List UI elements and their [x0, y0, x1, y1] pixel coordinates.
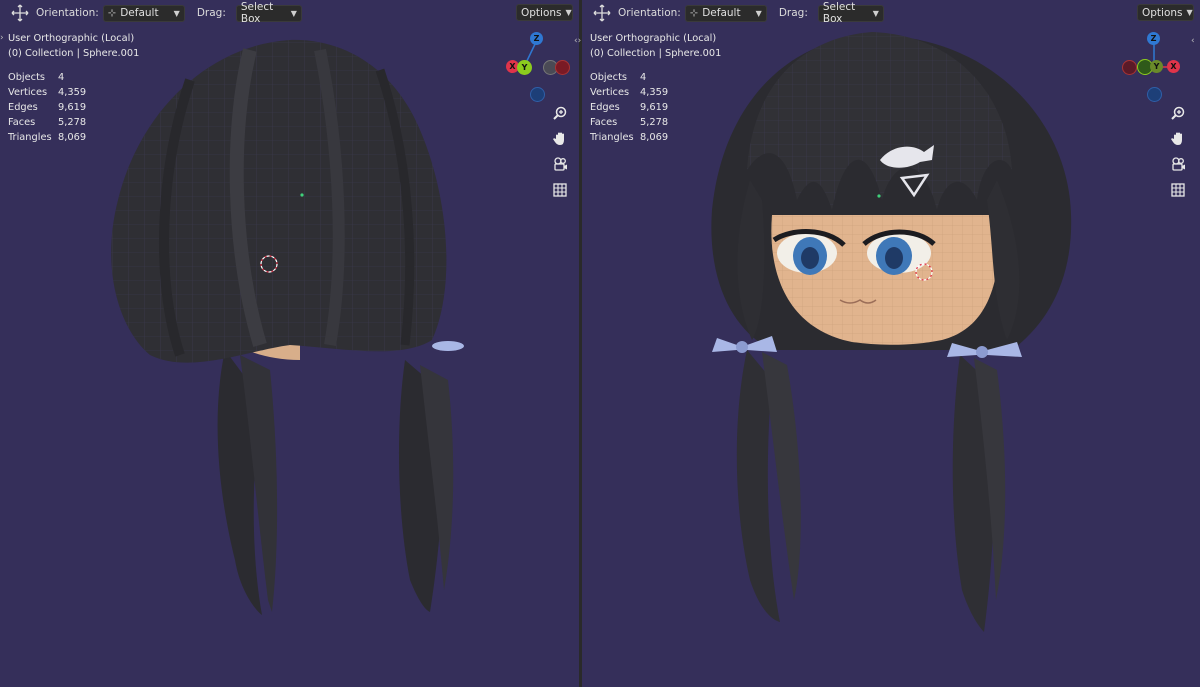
orientation-value: Default: [120, 7, 159, 19]
stat-row: Vertices 4,359: [8, 85, 86, 100]
grid-icon[interactable]: [1167, 179, 1189, 201]
left-ribbon: [712, 336, 777, 353]
stat-label: Edges: [8, 102, 38, 113]
drag-value: Select Box: [240, 1, 274, 25]
stat-label: Triangles: [8, 132, 52, 143]
toolbar-expand-icon[interactable]: ›: [0, 33, 4, 43]
sidebar-expand-icon[interactable]: ‹: [1191, 36, 1195, 46]
gizmo-neg-x-axis[interactable]: [1122, 60, 1137, 75]
stat-value: 5,278: [58, 117, 87, 128]
navigation-gizmo[interactable]: Z Y X: [1120, 30, 1190, 102]
hand-pan-icon[interactable]: [549, 127, 571, 149]
stat-label: Vertices: [8, 87, 48, 98]
zoom-icon[interactable]: [1167, 102, 1189, 124]
stat-row: Edges 9,619: [590, 100, 668, 115]
stat-value: 4,359: [58, 87, 87, 98]
options-label: Options: [1142, 6, 1183, 19]
view-name: User Orthographic (Local): [590, 33, 717, 44]
options-label: Options: [521, 6, 562, 19]
stat-row: Edges 9,619: [8, 100, 86, 115]
gizmo-x-axis[interactable]: X: [1167, 60, 1180, 73]
orientation-value: Default: [702, 7, 741, 19]
stat-label: Vertices: [590, 87, 630, 98]
stat-row: Triangles 8,069: [8, 130, 86, 145]
scene-statistics: Objects 4 Vertices 4,359 Edges 9,619 Faces 5…: [8, 70, 86, 145]
orientation-axes-icon: ⊹: [107, 7, 117, 19]
stat-label: Triangles: [590, 132, 634, 143]
stat-label: Edges: [590, 102, 620, 113]
scene-front-view: [711, 32, 1072, 632]
stat-row: Vertices 4,359: [590, 85, 668, 100]
gizmo-z-axis[interactable]: Z: [1147, 32, 1160, 45]
stat-label: Objects: [590, 72, 628, 83]
scene-back-view: [111, 39, 464, 615]
stat-value: 8,069: [640, 132, 669, 143]
hand-pan-icon[interactable]: [1167, 127, 1189, 149]
orientation-dropdown[interactable]: ⊹ Default ▼: [102, 4, 185, 22]
drag-label: Drag:: [196, 7, 226, 19]
stat-value: 4: [58, 72, 65, 83]
camera-icon[interactable]: [1167, 153, 1189, 175]
grid-icon[interactable]: [549, 179, 571, 201]
stat-label: Objects: [8, 72, 46, 83]
camera-icon[interactable]: [549, 153, 571, 175]
gizmo-z-axis[interactable]: Z: [530, 32, 543, 45]
gizmo-y-axis[interactable]: Y: [1150, 60, 1163, 73]
viewport-info: User Orthographic (Local) (0) Collection…: [8, 31, 139, 61]
viewport-header: Orientation: ⊹ Default ▼ Drag: Select Bo…: [582, 0, 1200, 26]
viewport-left[interactable]: Orientation: ⊹ Default ▼ Drag: Select Bo…: [0, 0, 579, 687]
collection-info: (0) Collection | Sphere.001: [8, 48, 140, 59]
options-dropdown[interactable]: Options ▼: [516, 4, 573, 21]
stat-value: 5,278: [640, 117, 669, 128]
chevron-down-icon: ▼: [565, 8, 572, 17]
stat-value: 4: [640, 72, 647, 83]
chevron-down-icon: ▼: [173, 8, 180, 18]
stat-label: Faces: [8, 117, 36, 128]
chevron-down-icon: ▼: [755, 8, 762, 18]
navigation-gizmo[interactable]: Z X Y: [503, 30, 573, 102]
view-name: User Orthographic (Local): [8, 33, 135, 44]
zoom-icon[interactable]: [549, 102, 571, 124]
gizmo-y-axis[interactable]: Y: [517, 60, 532, 75]
stat-row: Objects 4: [590, 70, 668, 85]
stat-value: 4,359: [640, 87, 669, 98]
viewport-header: Orientation: ⊹ Default ▼ Drag: Select Bo…: [0, 0, 579, 26]
scene-statistics: Objects 4 Vertices 4,359 Edges 9,619 Faces 5…: [590, 70, 668, 145]
orientation-label: Orientation:: [618, 7, 681, 19]
stat-row: Triangles 8,069: [590, 130, 668, 145]
collection-info: (0) Collection | Sphere.001: [590, 48, 722, 59]
stat-row: Faces 5,278: [590, 115, 668, 130]
transform-move-icon[interactable]: [591, 2, 613, 24]
gizmo-neg-x-axis[interactable]: [555, 60, 570, 75]
chevron-down-icon: ▼: [1186, 8, 1193, 17]
drag-dropdown[interactable]: Select Box ▼: [817, 1, 884, 25]
gizmo-neg-z-axis[interactable]: [1147, 87, 1162, 102]
orientation-dropdown[interactable]: ⊹ Default ▼: [684, 4, 767, 22]
transform-move-icon[interactable]: [9, 2, 31, 24]
drag-value: Select Box: [822, 1, 856, 25]
stat-value: 9,619: [58, 102, 87, 113]
gizmo-neg-z-axis[interactable]: [530, 87, 545, 102]
orientation-label: Orientation:: [36, 7, 99, 19]
stat-label: Faces: [590, 117, 618, 128]
split-arrows-icon[interactable]: ‹›: [574, 36, 581, 46]
options-dropdown[interactable]: Options ▼: [1137, 4, 1194, 21]
stat-row: Faces 5,278: [8, 115, 86, 130]
viewport-area: Orientation: ⊹ Default ▼ Drag: Select Bo…: [0, 0, 1200, 687]
drag-dropdown[interactable]: Select Box ▼: [235, 1, 302, 25]
chevron-down-icon: ▼: [290, 8, 297, 18]
stat-value: 9,619: [640, 102, 669, 113]
stat-value: 8,069: [58, 132, 87, 143]
viewport-right[interactable]: Orientation: ⊹ Default ▼ Drag: Select Bo…: [582, 0, 1200, 687]
drag-label: Drag:: [778, 7, 808, 19]
stat-row: Objects 4: [8, 70, 86, 85]
viewport-info: User Orthographic (Local) (0) Collection…: [590, 31, 721, 61]
chevron-down-icon: ▼: [872, 8, 879, 18]
orientation-axes-icon: ⊹: [689, 7, 699, 19]
